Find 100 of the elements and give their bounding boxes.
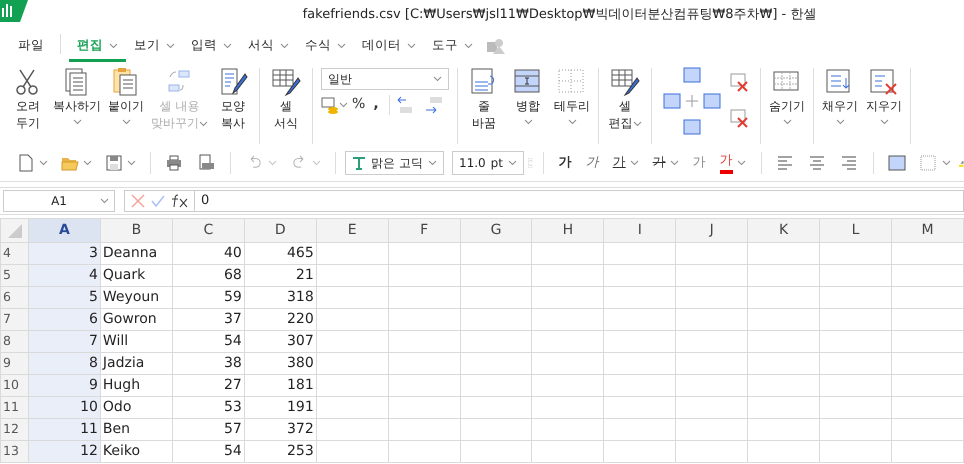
- text-style-button[interactable]: 가: [608, 152, 644, 172]
- delete-cells-icon[interactable]: [730, 73, 750, 93]
- row-header[interactable]: 4: [0, 242, 28, 264]
- ribbon-button[interactable]: 숨기기: [765, 62, 809, 125]
- menu-tab[interactable]: 파일: [10, 32, 52, 62]
- formula-field[interactable]: 0: [124, 190, 964, 212]
- font-icon: [352, 156, 366, 170]
- row-header[interactable]: 12: [0, 418, 28, 440]
- table-cell: Quark: [100, 264, 172, 286]
- table-cell: 9: [28, 374, 100, 396]
- table-cell: 11: [28, 418, 100, 440]
- delete-cells-icon[interactable]: [730, 109, 750, 129]
- ribbon-button[interactable]: 병합: [506, 62, 550, 125]
- text-style-button[interactable]: 가: [580, 152, 604, 172]
- text-style-button[interactable]: 가: [714, 150, 751, 174]
- menu-tab[interactable]: 보기: [126, 32, 183, 62]
- menu-tab[interactable]: 서식: [240, 32, 297, 62]
- ribbon-button[interactable]: 복사하기: [50, 62, 104, 125]
- table-cell: 38: [172, 352, 244, 374]
- row-header[interactable]: 8: [0, 330, 28, 352]
- table-cell: 4: [28, 264, 100, 286]
- ribbon-button[interactable]: 모양 복사: [211, 62, 255, 132]
- table-cell: Will: [100, 330, 172, 352]
- caret-icon: [312, 160, 321, 166]
- row-header[interactable]: 6: [0, 286, 28, 308]
- caret-icon: [100, 198, 109, 204]
- ribbon-button[interactable]: 줄 바꿈: [462, 62, 506, 132]
- function-icon[interactable]: [171, 191, 195, 211]
- column-header[interactable]: D: [244, 218, 316, 242]
- caret-icon: [942, 160, 952, 166]
- table-cell: 27: [172, 374, 244, 396]
- currency-icon[interactable]: [321, 96, 339, 114]
- caret-icon: [339, 102, 348, 108]
- number-format-select[interactable]: 일반: [321, 68, 449, 90]
- row-header[interactable]: 10: [0, 374, 28, 396]
- row-header[interactable]: 9: [0, 352, 28, 374]
- menu-tab[interactable]: 데이터: [354, 32, 424, 62]
- ribbon-button[interactable]: 오려 두기: [6, 62, 50, 132]
- name-box[interactable]: A1: [3, 190, 115, 212]
- table-cell: 10: [28, 396, 100, 418]
- row-header[interactable]: 11: [0, 396, 28, 418]
- insert-cells-icon[interactable]: [662, 66, 722, 136]
- table-cell: 37: [172, 308, 244, 330]
- row-header[interactable]: 5: [0, 264, 28, 286]
- table-cell: 3: [28, 242, 100, 264]
- table-cell: 220: [244, 308, 316, 330]
- menu-tab[interactable]: 도구: [424, 32, 481, 62]
- column-header[interactable]: A: [28, 218, 100, 242]
- column-header[interactable]: L: [820, 218, 892, 242]
- table-cell: 191: [244, 396, 316, 418]
- percent-button[interactable]: %: [348, 94, 370, 115]
- caret-icon: [39, 160, 48, 166]
- table-cell: 5: [28, 286, 100, 308]
- table-cell: 253: [244, 440, 316, 462]
- font-select[interactable]: 맑은 고딕: [345, 150, 444, 174]
- text-style-button[interactable]: 가: [688, 152, 711, 172]
- column-header[interactable]: J: [676, 218, 748, 242]
- column-header[interactable]: C: [172, 218, 244, 242]
- window-title: fakefriends.csv [C:₩Users₩jsl11₩Desktop₩빅데이터분산컴퓨팅₩8주차₩] - 한셀: [302, 6, 816, 24]
- table-cell: 59: [172, 286, 244, 308]
- merge-center-icon: [887, 152, 908, 172]
- column-header[interactable]: E: [316, 218, 388, 242]
- caret-icon: [433, 76, 442, 82]
- ribbon-button[interactable]: 채우기: [818, 62, 862, 125]
- ribbon-button[interactable]: 테두리: [550, 62, 594, 125]
- table-cell: Ben: [100, 418, 172, 440]
- table-cell: 372: [244, 418, 316, 440]
- table-cell: 380: [244, 352, 316, 374]
- column-header[interactable]: B: [100, 218, 172, 242]
- column-header[interactable]: H: [532, 218, 604, 242]
- ribbon-button[interactable]: 셀 서식: [264, 62, 308, 132]
- table-cell: 12: [28, 440, 100, 462]
- menu-tab[interactable]: 수식: [297, 32, 354, 62]
- table-cell: 57: [172, 418, 244, 440]
- column-header[interactable]: M: [891, 218, 964, 242]
- table-cell: Keiko: [100, 440, 172, 462]
- column-header[interactable]: K: [748, 218, 820, 242]
- column-header[interactable]: G: [460, 218, 532, 242]
- comma-button[interactable]: ,: [369, 94, 383, 115]
- table-cell: Odo: [100, 396, 172, 418]
- table-cell: 465: [244, 242, 316, 264]
- decimal-increase-icon[interactable]: [424, 94, 444, 114]
- ribbon-button[interactable]: 붙이기: [104, 62, 148, 125]
- table-cell: Deanna: [100, 242, 172, 264]
- menu-tab[interactable]: 입력: [183, 32, 240, 62]
- column-header[interactable]: F: [388, 218, 460, 242]
- text-style-button[interactable]: 가: [648, 152, 684, 172]
- table-cell: 6: [28, 308, 100, 330]
- column-header[interactable]: I: [604, 218, 676, 242]
- ribbon-button[interactable]: 지우기: [862, 62, 906, 125]
- caret-icon: [83, 160, 92, 166]
- ribbon-button[interactable]: 셀 편집: [603, 62, 647, 132]
- table-cell: 7: [28, 330, 100, 352]
- text-style-button[interactable]: 가: [554, 152, 577, 172]
- table-cell: 21: [244, 264, 316, 286]
- font-size-field[interactable]: 11.0 pt: [452, 150, 524, 174]
- table-cell: Jadzia: [100, 352, 172, 374]
- row-header[interactable]: 13: [0, 440, 28, 462]
- row-header[interactable]: 7: [0, 308, 28, 330]
- table-cell: 181: [244, 374, 316, 396]
